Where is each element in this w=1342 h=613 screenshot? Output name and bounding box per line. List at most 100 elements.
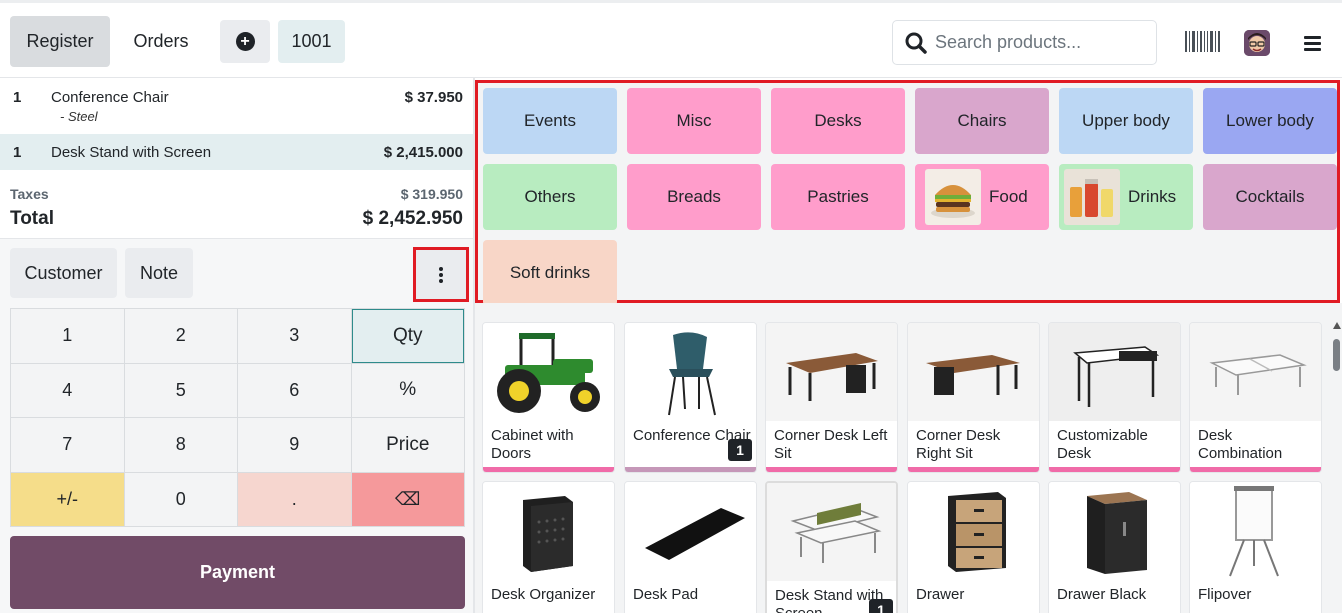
numpad-key-8[interactable]: 8 [124,418,237,472]
product-card[interactable]: Customizable Desk [1048,322,1181,473]
category-chairs[interactable]: Chairs [915,88,1049,154]
category-pastries[interactable]: Pastries [771,164,905,230]
product-card[interactable]: Cabinet with Doors [482,322,615,473]
drawer-image [908,482,1039,580]
customer-button[interactable]: Customer [10,248,117,298]
scroll-up-arrow-icon[interactable] [1333,322,1341,329]
category-misc[interactable]: Misc [627,88,761,154]
category-list: Events Misc Desks Chairs Upper body Lowe… [475,80,1340,306]
numpad-key-2[interactable]: 2 [124,309,237,363]
drawer-black-image [1049,482,1180,580]
search-icon [905,32,927,54]
numpad-backspace[interactable]: ⌫ [351,472,464,526]
product-card[interactable]: Drawer Black [1048,481,1181,613]
category-cocktails[interactable]: Cocktails [1203,164,1337,230]
category-label: Breads [667,187,721,206]
product-card[interactable]: Corner Desk Left Sit [765,322,898,473]
desk-image [1049,323,1180,421]
numpad-key-3[interactable]: 3 [238,309,351,363]
desk-pad-image [625,482,756,580]
category-desks[interactable]: Desks [771,88,905,154]
scroll-thumb[interactable] [1333,339,1340,371]
product-card[interactable]: Desk Organizer [482,481,615,613]
register-tab[interactable]: Register [10,16,110,67]
product-name: Drawer Black [1057,586,1147,603]
new-order-button[interactable]: + [220,20,270,63]
total-value: $ 2,452.950 [362,208,463,229]
category-soft-drinks[interactable]: Soft drinks [483,240,617,306]
product-card[interactable]: Conference Chair 1 [624,322,757,473]
desk-combination-image [1190,323,1321,421]
user-avatar[interactable] [1244,30,1270,56]
product-card[interactable]: Desk Pad [624,481,757,613]
product-card[interactable]: Desk Combination [1189,322,1322,473]
product-card[interactable]: Flipover [1189,481,1322,613]
pos-app: Register Orders + 1001 Search products..… [0,0,1342,613]
numpad-key-6[interactable]: 6 [238,363,351,417]
payment-button[interactable]: Payment [10,536,465,609]
organizer-image [483,482,614,580]
numpad-key-1[interactable]: 1 [11,309,124,363]
numpad-key-5[interactable]: 5 [124,363,237,417]
search-bar[interactable] [892,20,1157,65]
burger-image [925,169,981,225]
corner-desk-image [908,323,1039,421]
numpad-sign-toggle[interactable]: +/- [11,472,124,526]
category-events[interactable]: Events [483,88,617,154]
category-label: Drinks [1128,187,1177,206]
drinks-image [1064,169,1120,225]
kebab-menu-icon [439,265,443,285]
hamburger-menu-icon[interactable] [1304,36,1321,51]
line-variant: - Steel [60,109,98,124]
category-color-bar [1190,467,1321,472]
numpad-decimal[interactable]: . [238,472,351,526]
numpad-key-9[interactable]: 9 [238,418,351,472]
numpad-key-0[interactable]: 0 [124,472,237,526]
category-others[interactable]: Others [483,164,617,230]
numpad-key-4[interactable]: 4 [11,363,124,417]
order-line[interactable]: 1 Conference Chair - Steel $ 37.950 [0,78,473,133]
more-actions-button[interactable] [413,247,469,302]
category-lower-body[interactable]: Lower body [1203,88,1337,154]
category-upper-body[interactable]: Upper body [1059,88,1193,154]
product-name: Corner Desk Left Sit [774,427,888,462]
numpad-discount-mode[interactable]: % [351,363,464,417]
category-color-bar [766,467,897,472]
category-label: Events [524,111,576,130]
category-label: Others [524,187,576,206]
cart-qty-badge: 1 [869,599,893,613]
numpad-price-mode[interactable]: Price [351,418,464,472]
taxes-label: Taxes [10,186,49,202]
category-color-bar [625,467,756,472]
category-color-bar [908,467,1039,472]
line-price: $ 37.950 [404,89,463,106]
product-grid-scrollbar[interactable] [1333,322,1341,613]
line-qty: 1 [13,144,22,161]
total-label: Total [10,208,54,229]
category-drinks[interactable]: Drinks [1059,164,1193,230]
numpad-key-7[interactable]: 7 [11,418,124,472]
product-card[interactable]: Corner Desk Right Sit [907,322,1040,473]
line-price: $ 2,415.000 [383,144,463,161]
cart-qty-badge: 1 [728,439,752,461]
product-name: Desk Organizer [491,586,596,603]
product-grid: Cabinet with Doors Conference Chair 1 Co… [475,303,1342,613]
category-breads[interactable]: Breads [627,164,761,230]
line-product-name: Conference Chair [51,89,169,106]
note-button[interactable]: Note [125,248,193,298]
category-label: Misc [676,111,712,130]
current-order-tab[interactable]: 1001 [278,20,345,63]
product-card[interactable]: Drawer [907,481,1040,613]
category-label: Soft drinks [509,263,591,282]
category-label: Chairs [957,111,1007,130]
taxes-value: $ 319.950 [400,186,463,202]
numpad-qty-mode[interactable]: Qty [351,309,464,363]
category-food[interactable]: Food [915,164,1049,230]
product-name: Cabinet with Doors [491,427,574,462]
product-card[interactable]: Desk Stand with Screen 1 [765,481,898,613]
order-line-selected[interactable]: 1 Desk Stand with Screen $ 2,415.000 [0,134,473,170]
search-input[interactable] [935,32,1135,53]
orders-tab[interactable]: Orders [118,16,204,67]
product-name: Flipover [1198,586,1252,603]
barcode-icon[interactable] [1185,31,1222,52]
